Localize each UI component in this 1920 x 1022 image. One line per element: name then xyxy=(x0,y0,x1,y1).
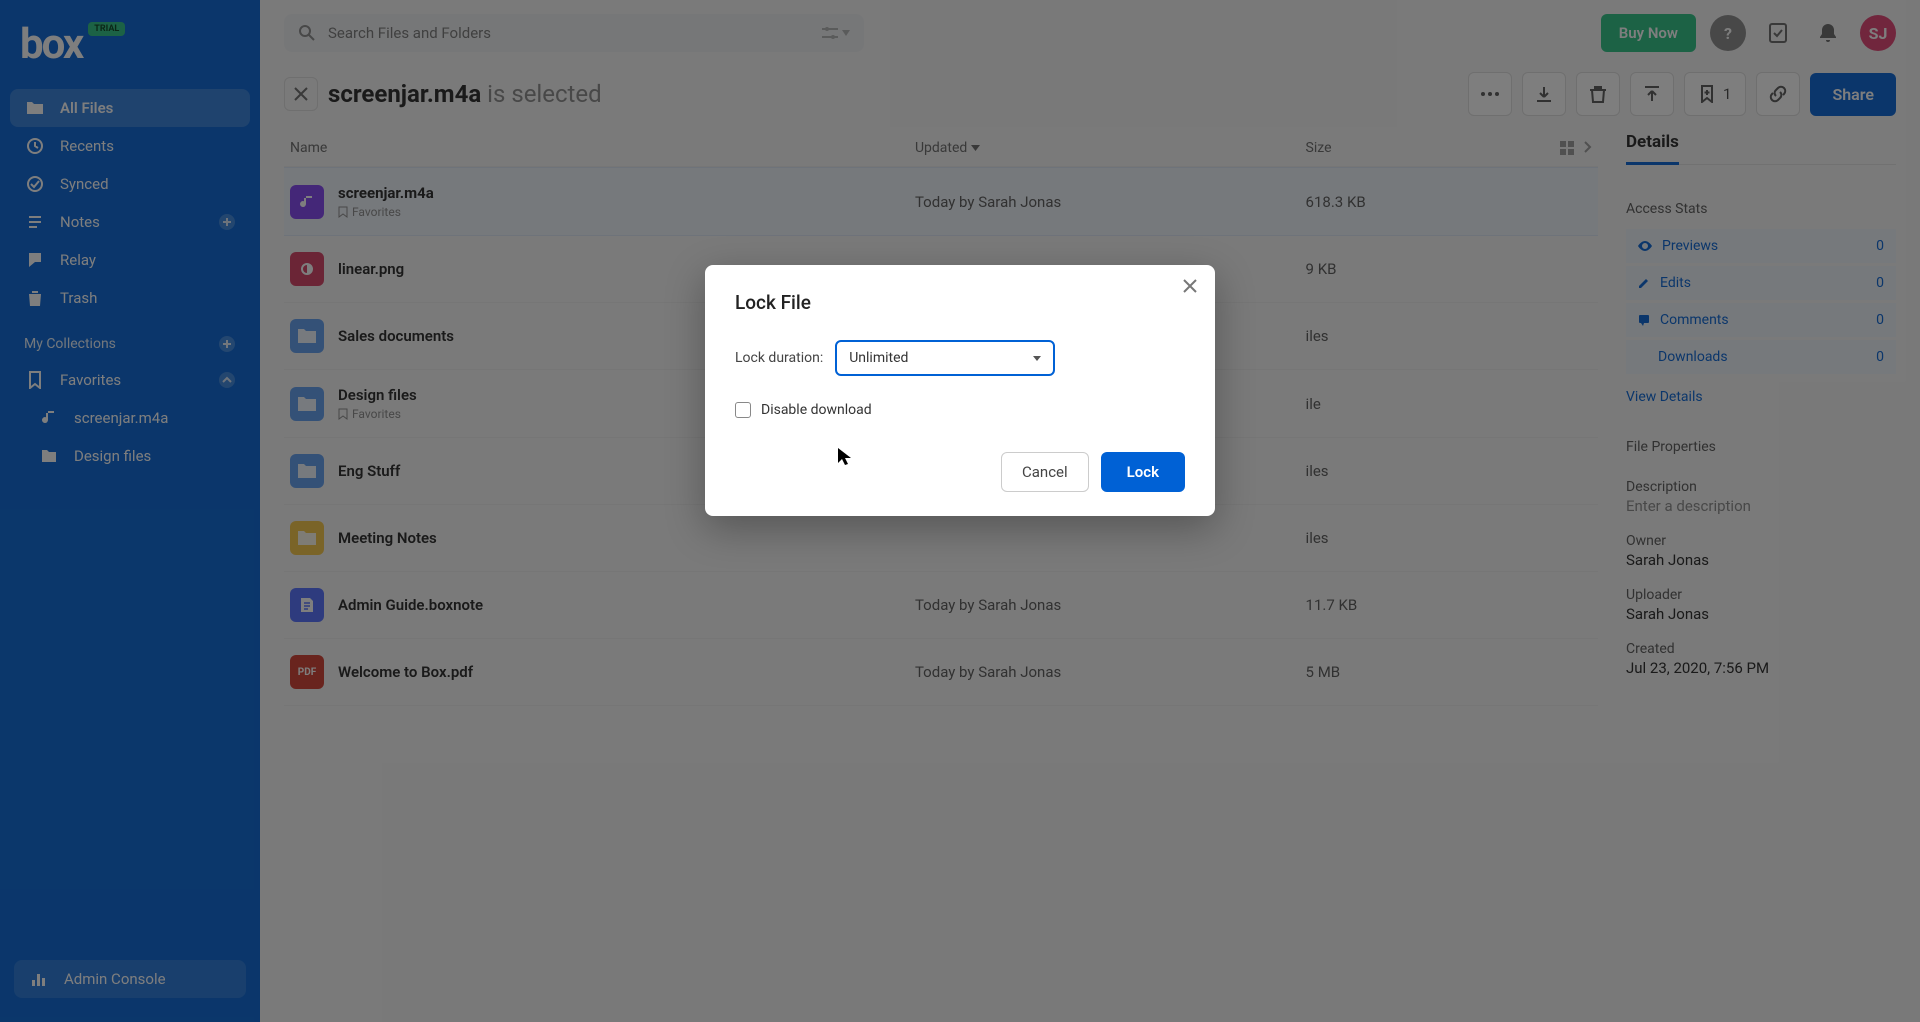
modal-title: Lock File xyxy=(735,291,1185,314)
lock-duration-label: Lock duration: xyxy=(735,350,823,366)
disable-download-checkbox[interactable] xyxy=(735,402,751,418)
lock-duration-value: Unlimited xyxy=(849,350,908,366)
close-icon[interactable] xyxy=(1183,279,1197,293)
chevron-down-icon xyxy=(1033,356,1041,361)
cancel-button[interactable]: Cancel xyxy=(1001,452,1089,492)
lock-file-modal: Lock File Lock duration: Unlimited Disab… xyxy=(705,265,1215,516)
modal-overlay[interactable]: Lock File Lock duration: Unlimited Disab… xyxy=(0,0,1920,1022)
lock-button[interactable]: Lock xyxy=(1101,452,1185,492)
disable-download-label: Disable download xyxy=(761,402,872,418)
lock-duration-select[interactable]: Unlimited xyxy=(835,340,1055,376)
